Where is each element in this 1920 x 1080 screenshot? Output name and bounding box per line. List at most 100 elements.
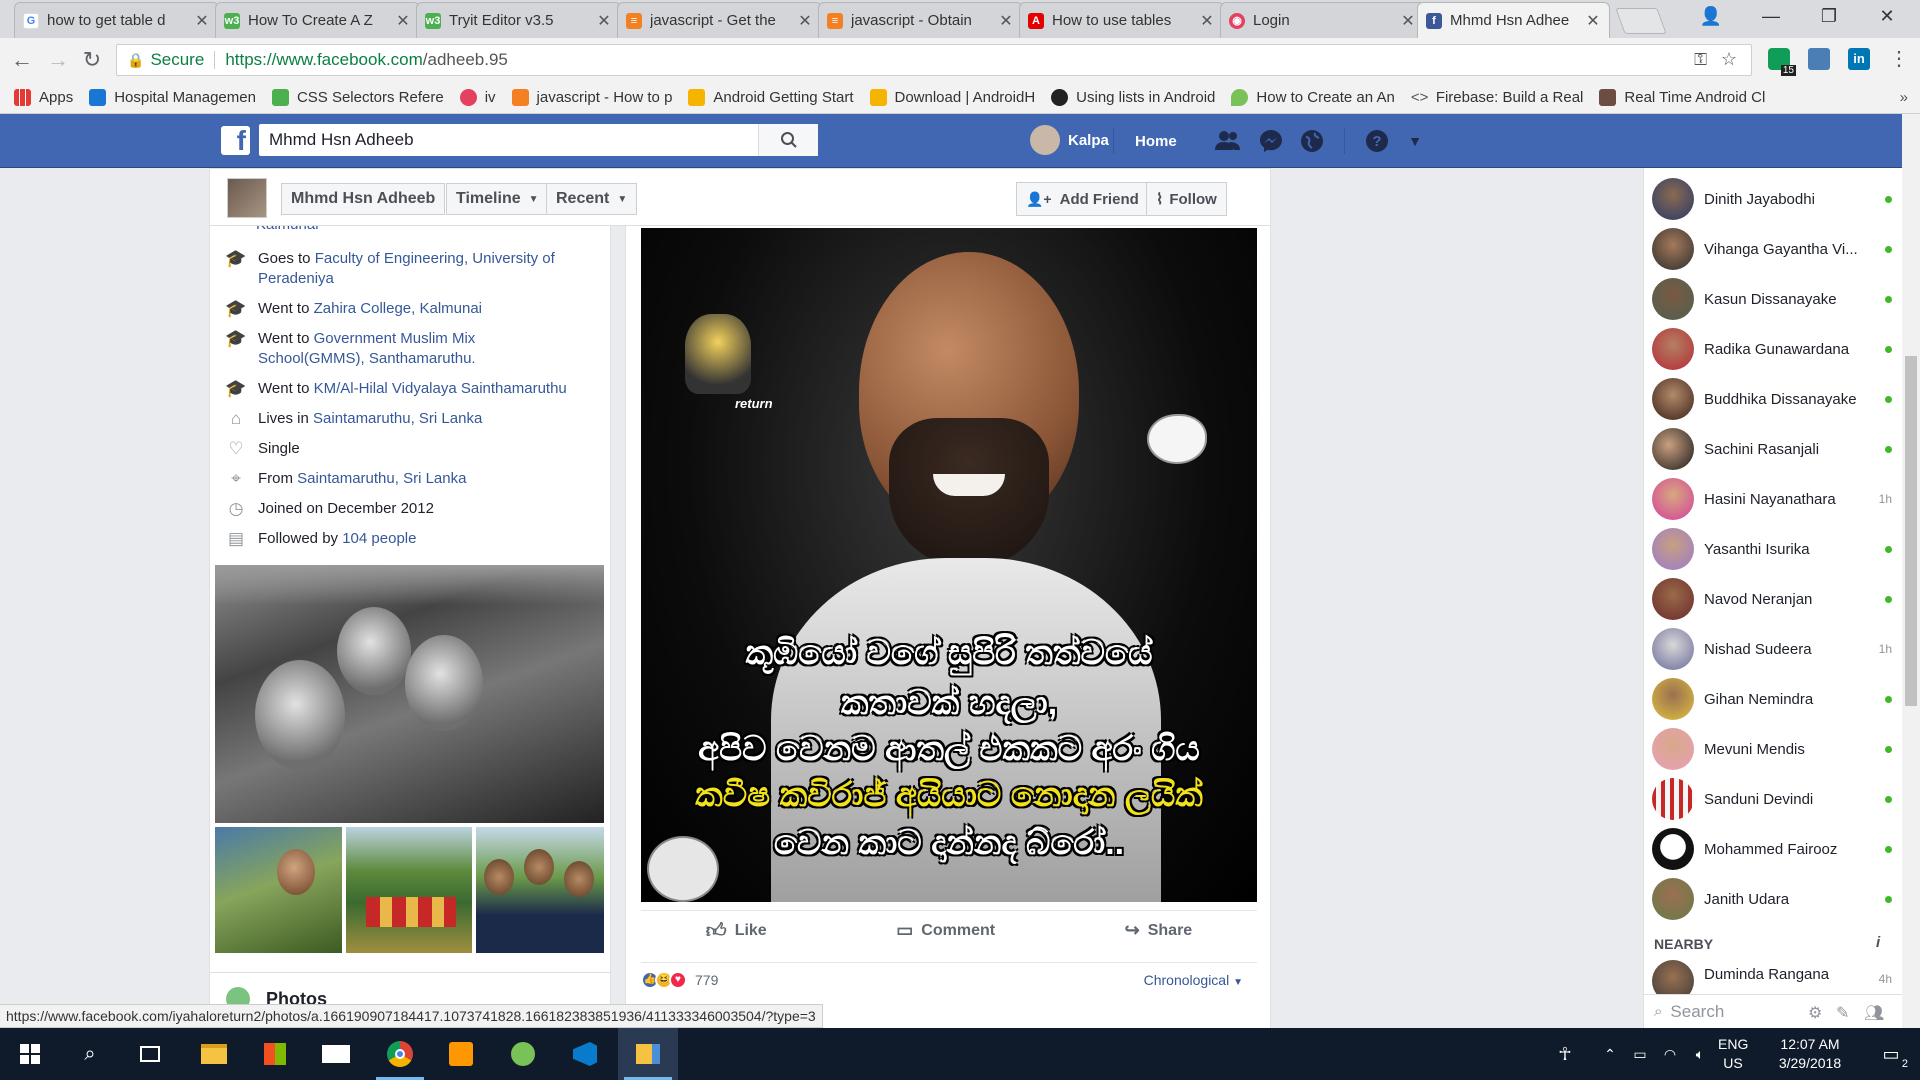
chat-contact[interactable]: Vihanga Gayantha Vi... bbox=[1652, 224, 1892, 274]
reload-icon[interactable]: ↻ bbox=[78, 46, 106, 74]
bookmark-css-selectors[interactable]: CSS Selectors Refere bbox=[271, 89, 444, 106]
vscode-icon[interactable] bbox=[555, 1028, 615, 1080]
new-tab-button[interactable] bbox=[1615, 8, 1667, 34]
bookmark-firebase[interactable]: <> Firebase: Build a Real bbox=[1411, 89, 1584, 106]
comment-button[interactable]: ▭ Comment bbox=[896, 920, 995, 941]
scrollbar-thumb[interactable] bbox=[1905, 356, 1917, 706]
chat-contact[interactable]: Buddhika Dissanayake bbox=[1652, 374, 1892, 424]
battery-icon[interactable]: ▭ bbox=[1625, 1028, 1655, 1080]
chat-contact[interactable]: Yasanthi Isurika bbox=[1652, 524, 1892, 574]
facebook-logo-icon[interactable]: f bbox=[221, 126, 250, 155]
back-arrow-icon[interactable]: ← bbox=[8, 46, 36, 74]
group-chat-icon[interactable]: 👥︎ bbox=[1864, 1003, 1884, 1023]
tab-tryit-editor[interactable]: w3 Tryit Editor v3.5 ✕ bbox=[416, 2, 621, 38]
store-icon[interactable] bbox=[245, 1028, 305, 1080]
help-icon[interactable]: ? bbox=[1364, 128, 1390, 154]
close-icon[interactable]: ✕ bbox=[797, 11, 813, 31]
photo-thumb[interactable] bbox=[215, 827, 342, 953]
recent-dropdown[interactable]: Recent ▼ bbox=[546, 183, 638, 215]
comment-sort-dropdown[interactable]: Chronological ▼ bbox=[1144, 972, 1243, 988]
chat-contact[interactable]: Radika Gunawardana bbox=[1652, 324, 1892, 374]
search-button[interactable] bbox=[758, 124, 818, 156]
bookmark-android-getting-started[interactable]: Android Getting Start bbox=[688, 89, 854, 106]
minimize-button[interactable]: — bbox=[1748, 0, 1794, 32]
notifications-globe-icon[interactable] bbox=[1299, 128, 1325, 154]
post-image[interactable]: return කූඹියෝ වගේ සුපිරි තත්වයේ කතාවක් හ… bbox=[641, 228, 1257, 902]
bookmark-realtime-android[interactable]: Real Time Android Cl bbox=[1599, 89, 1765, 106]
bookmark-iv[interactable]: iv bbox=[459, 89, 496, 106]
add-friend-button[interactable]: 👤+ Add Friend bbox=[1016, 182, 1149, 216]
star-icon[interactable]: ☆ bbox=[1721, 49, 1737, 70]
timeline-dropdown[interactable]: Timeline ▼ bbox=[446, 183, 549, 215]
follow-button[interactable]: ⌇ Follow bbox=[1146, 182, 1227, 216]
chat-contact[interactable]: Hasini Nayanathara 1h bbox=[1652, 474, 1892, 524]
close-icon[interactable]: ✕ bbox=[194, 11, 210, 31]
like-button[interactable]: 👍︎ Like bbox=[706, 919, 767, 943]
profile-link[interactable]: Kalpa bbox=[1030, 125, 1109, 155]
file-explorer-window-icon[interactable] bbox=[618, 1028, 678, 1080]
volume-icon[interactable]: 🔈︎ bbox=[1685, 1028, 1715, 1080]
forward-arrow-icon[interactable]: → bbox=[44, 46, 72, 74]
key-icon[interactable]: ⚿ bbox=[1694, 50, 1707, 70]
extension-icon[interactable]: 15 bbox=[1768, 48, 1796, 76]
bookmark-javascript[interactable]: javascript - How to p bbox=[511, 89, 672, 106]
people-icon[interactable]: ☥ bbox=[1545, 1028, 1585, 1080]
page-scrollbar[interactable] bbox=[1902, 114, 1920, 1028]
friend-requests-icon[interactable] bbox=[1215, 128, 1241, 154]
bookmark-hospital[interactable]: Hospital Managemen bbox=[89, 89, 256, 106]
close-icon[interactable]: ✕ bbox=[596, 11, 612, 31]
close-icon[interactable]: ✕ bbox=[1585, 11, 1601, 31]
tab-w3schools-howto[interactable]: w3 How To Create A Z ✕ bbox=[215, 2, 420, 38]
mail-icon[interactable] bbox=[306, 1028, 366, 1080]
task-view-icon[interactable] bbox=[120, 1028, 180, 1080]
share-button[interactable]: ↪ Share bbox=[1125, 920, 1193, 941]
bookmark-create-android[interactable]: How to Create an An bbox=[1231, 89, 1395, 106]
wifi-icon[interactable]: ◠ bbox=[1655, 1028, 1685, 1080]
close-icon[interactable]: ✕ bbox=[1400, 11, 1416, 31]
more-bookmarks-icon[interactable]: » bbox=[1900, 89, 1908, 106]
menu-dots-icon[interactable]: ⋮ bbox=[1888, 46, 1910, 72]
close-icon[interactable]: ✕ bbox=[1199, 11, 1215, 31]
chrome-icon[interactable] bbox=[370, 1028, 430, 1080]
bookmark-lists-android[interactable]: Using lists in Android bbox=[1051, 89, 1215, 106]
school-link[interactable]: KM/Al-Hilal Vidyalaya Sainthamaruthu bbox=[314, 380, 567, 397]
photo-thumb[interactable] bbox=[476, 827, 604, 953]
tab-adobe-tables[interactable]: A How to use tables ✕ bbox=[1019, 2, 1224, 38]
tab-login[interactable]: ◉ Login ✕ bbox=[1220, 2, 1425, 38]
windows-start-icon[interactable] bbox=[0, 1028, 60, 1080]
compose-icon[interactable]: ✎ bbox=[1836, 1003, 1849, 1023]
close-icon[interactable]: ✕ bbox=[395, 11, 411, 31]
chat-contact[interactable]: Navod Neranjan bbox=[1652, 574, 1892, 624]
maximize-button[interactable]: ❐ bbox=[1806, 0, 1852, 32]
photo-thumb[interactable] bbox=[346, 827, 472, 953]
bookmark-apps[interactable]: Apps bbox=[14, 89, 73, 106]
account-menu-caret-icon[interactable]: ▼ bbox=[1402, 128, 1428, 154]
location-link[interactable]: Saintamaruthu, Sri Lanka bbox=[313, 410, 482, 427]
chat-contact[interactable]: Sanduni Devindi bbox=[1652, 774, 1892, 824]
chat-contact[interactable]: Gihan Nemindra bbox=[1652, 674, 1892, 724]
search-input[interactable]: Mhmd Hsn Adheeb bbox=[259, 124, 818, 156]
close-icon[interactable]: ✕ bbox=[998, 11, 1014, 31]
chat-contact[interactable]: Nishad Sudeera 1h bbox=[1652, 624, 1892, 674]
gear-icon[interactable]: ⚙ bbox=[1808, 1003, 1822, 1023]
chat-contact[interactable]: Janith Udara bbox=[1652, 874, 1892, 924]
search-icon[interactable]: ⌕ bbox=[60, 1028, 120, 1080]
messenger-icon[interactable] bbox=[1258, 128, 1284, 154]
profile-thumbnail[interactable] bbox=[227, 178, 267, 218]
home-link[interactable]: Home bbox=[1135, 114, 1177, 168]
profile-name-button[interactable]: Mhmd Hsn Adheeb bbox=[281, 183, 446, 215]
chat-contact[interactable]: Mohammed Fairooz bbox=[1652, 824, 1892, 874]
tab-google-search[interactable]: G how to get table d ✕ bbox=[14, 2, 219, 38]
android-studio-icon[interactable] bbox=[493, 1028, 553, 1080]
location-link[interactable]: Saintamaruthu, Sri Lanka bbox=[297, 470, 466, 487]
chat-search-input[interactable]: ⌕ Search ⚙ ✎ 👥︎ bbox=[1644, 994, 1902, 1028]
show-hidden-icons[interactable]: ⌃ bbox=[1595, 1028, 1625, 1080]
tab-stackoverflow-obtain[interactable]: ≡ javascript - Obtain ✕ bbox=[818, 2, 1023, 38]
tab-stackoverflow-get[interactable]: ≡ javascript - Get the ✕ bbox=[617, 2, 822, 38]
action-center-icon[interactable]: ▭ 2 bbox=[1862, 1028, 1920, 1080]
info-icon[interactable]: i bbox=[1876, 934, 1880, 951]
chat-contact[interactable]: Kasun Dissanayake bbox=[1652, 274, 1892, 324]
profile-icon[interactable]: 👤 bbox=[1688, 0, 1734, 32]
sublime-text-icon[interactable] bbox=[431, 1028, 491, 1080]
school-link[interactable]: Zahira College, Kalmunai bbox=[314, 300, 482, 317]
